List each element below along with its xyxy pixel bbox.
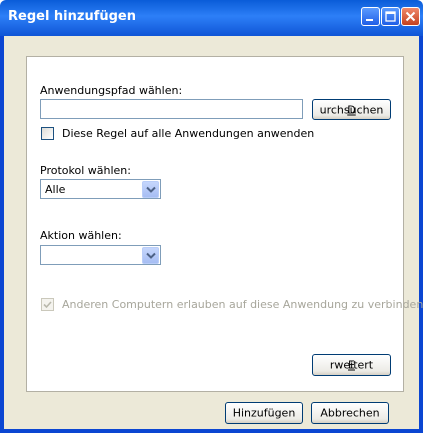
close-icon[interactable]: [401, 7, 420, 26]
allow-connect-checkbox[interactable]: [41, 298, 54, 311]
cancel-button[interactable]: Abbrechen: [311, 402, 389, 424]
protocol-label: Protokol wählen:: [40, 164, 131, 177]
app-path-label: Anwendungspfad wählen:: [40, 84, 183, 97]
allow-connect-label: Anderen Computern erlauben auf diese Anw…: [62, 298, 423, 311]
action-select[interactable]: [40, 245, 161, 265]
apply-all-checkbox[interactable]: [41, 127, 54, 140]
dialog-window: Regel hinzufügen Anwendungspfad wählen: …: [0, 0, 423, 433]
browse-label: urchsuchen: [319, 103, 384, 116]
protocol-selected-value: Alle: [45, 183, 66, 196]
action-label: Aktion wählen:: [40, 229, 122, 242]
apply-all-label: Diese Regel auf alle Anwendungen anwende…: [62, 127, 315, 140]
checkmark-icon: [43, 301, 52, 309]
chevron-down-icon[interactable]: [142, 247, 159, 264]
maximize-icon[interactable]: [381, 7, 400, 26]
advanced-button[interactable]: Erweitert: [312, 354, 391, 376]
window-title: Regel hinzufügen: [8, 9, 137, 24]
minimize-icon[interactable]: [361, 7, 380, 26]
protocol-select[interactable]: Alle: [40, 179, 161, 199]
browse-button[interactable]: Durchsuchen: [312, 99, 391, 120]
title-bar[interactable]: Regel hinzufügen: [0, 0, 423, 36]
cancel-button-label: Abbrechen: [320, 406, 380, 420]
app-path-input[interactable]: [40, 99, 303, 119]
advanced-label: rweitert: [329, 358, 374, 372]
chevron-down-icon[interactable]: [142, 181, 159, 198]
add-button[interactable]: Hinzufügen: [225, 402, 303, 424]
add-button-label: Hinzufügen: [232, 406, 296, 420]
settings-panel: Anwendungspfad wählen: Durchsuchen Diese…: [26, 56, 423, 392]
